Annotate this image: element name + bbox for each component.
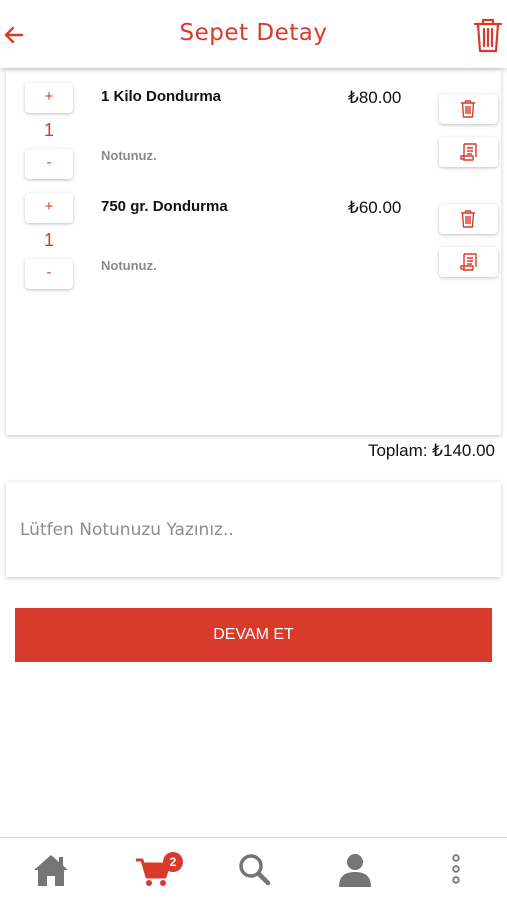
remove-item-button[interactable] <box>439 94 498 124</box>
search-icon <box>239 854 271 886</box>
cart-item: + 1 - 1 Kilo Dondurma ₺80.00 Notunuz. <box>6 70 501 179</box>
nav-profile[interactable] <box>336 852 376 888</box>
decrement-button[interactable]: - <box>25 259 73 289</box>
item-note: Notunuz. <box>101 148 157 163</box>
item-note: Notunuz. <box>101 258 157 273</box>
trash-icon <box>473 18 503 53</box>
nav-search[interactable] <box>237 852 277 888</box>
increment-button[interactable]: + <box>25 83 73 113</box>
item-name: 750 gr. Dondurma <box>101 198 228 215</box>
cart-items-card: + 1 - 1 Kilo Dondurma ₺80.00 Notunuz. + … <box>6 70 501 435</box>
user-icon <box>339 854 371 887</box>
remove-item-button[interactable] <box>439 204 498 234</box>
more-vertical-icon <box>452 854 460 884</box>
item-price: ₺80.00 <box>348 88 402 107</box>
cart-total: Toplam: ₺140.00 <box>367 441 495 460</box>
cart-count-badge: 2 <box>163 852 183 872</box>
add-note-button[interactable] <box>439 137 498 167</box>
note-card <box>6 482 501 577</box>
order-note-input[interactable] <box>6 482 501 577</box>
bottom-nav <box>0 837 507 900</box>
nav-more[interactable] <box>436 852 476 888</box>
note-icon <box>460 253 477 271</box>
trash-icon <box>461 210 475 228</box>
item-name: 1 Kilo Dondurma <box>101 88 222 105</box>
increment-button[interactable]: + <box>25 193 73 223</box>
add-note-button[interactable] <box>439 247 498 277</box>
note-icon <box>460 143 477 161</box>
clear-cart-button[interactable] <box>472 16 504 54</box>
quantity-value: 1 <box>43 230 54 250</box>
nav-home[interactable] <box>32 852 72 888</box>
app-header: Sepet Detay <box>0 0 507 68</box>
page-title: Sepet Detay <box>179 20 328 46</box>
cart-item: + 1 - 750 gr. Dondurma ₺60.00 Notunuz. <box>6 180 501 289</box>
quantity-value: 1 <box>43 120 54 140</box>
home-icon <box>34 855 68 886</box>
item-price: ₺60.00 <box>348 198 402 217</box>
trash-icon <box>461 100 475 118</box>
decrement-button[interactable]: - <box>25 149 73 179</box>
continue-button[interactable]: DEVAM ET <box>15 608 492 662</box>
